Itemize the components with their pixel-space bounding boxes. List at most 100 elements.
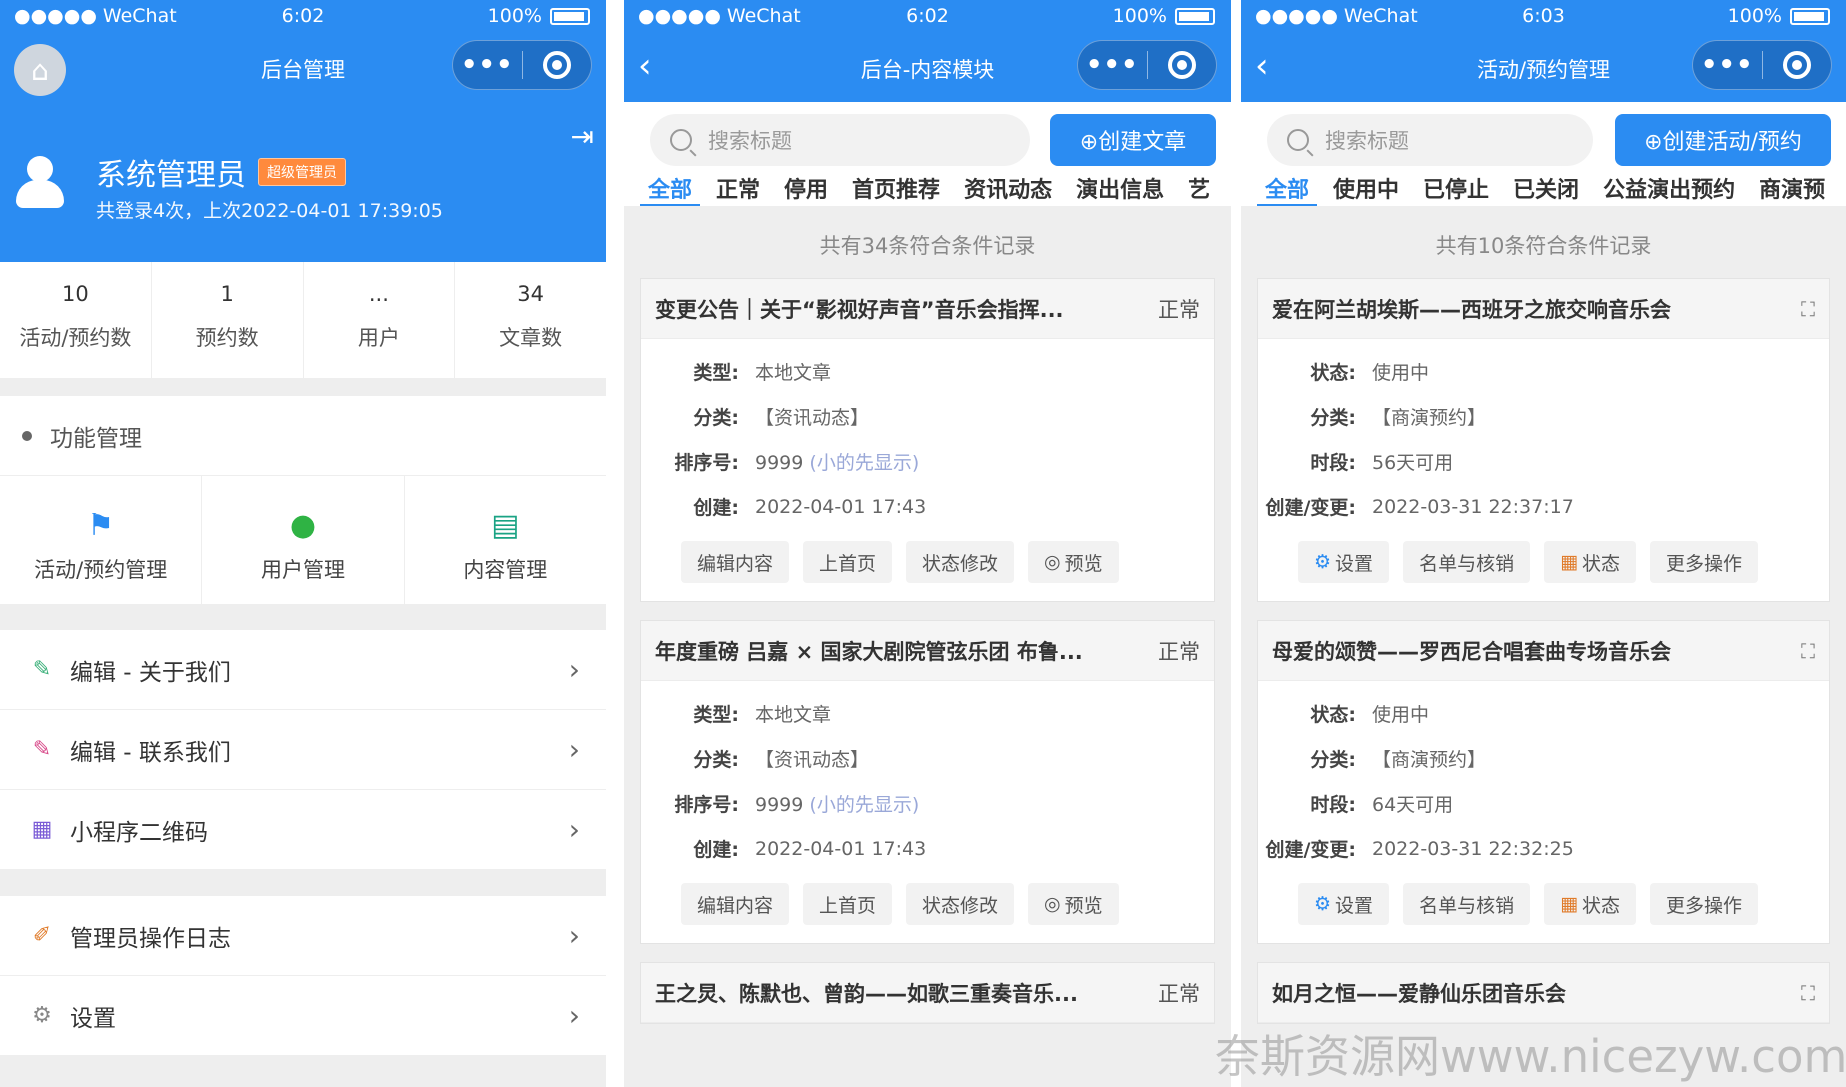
function-grid: ⚑ 活动/预约管理 ● 用户管理 ▤ 内容管理 (0, 476, 606, 604)
edit-content-button[interactable]: 编辑内容 (681, 541, 790, 583)
chevron-right-icon: › (568, 999, 580, 1032)
toolbar: 搜索标题 ⊕创建活动/预约 全部 使用中 已停止 已关闭 公益演出预约 商演预 (1241, 102, 1846, 206)
card-title[interactable]: 如月之恒——爱静仙乐团音乐会 (1272, 978, 1801, 1008)
gear-icon: ⚙ (1314, 893, 1332, 915)
close-button[interactable] (1763, 51, 1832, 79)
search-input[interactable]: 搜索标题 (650, 114, 1030, 166)
menu-edit-about[interactable]: ✎ 编辑 - 关于我们 › (0, 630, 606, 710)
mini-program-capsule: ••• (1692, 40, 1832, 90)
avatar (14, 154, 66, 210)
activity-card: 爱在阿兰胡埃斯——西班牙之旅交响音乐会 ⛶ 状态: 使用中 分类: 【商演预约】 时段… (1257, 278, 1830, 602)
eye-icon: ◎ (1044, 893, 1061, 915)
expand-icon[interactable]: ⛶ (1801, 297, 1815, 321)
create-article-button[interactable]: ⊕创建文章 (1050, 114, 1216, 166)
battery-percent: 100% (1727, 5, 1782, 27)
tab-all[interactable]: 全部 (1256, 172, 1318, 206)
status-button[interactable]: ▦ 状态 (1544, 883, 1637, 925)
profile-header: ⇥ 系统管理员 超级管理员 共登录4次，上次2022-04-01 17:39:0… (0, 102, 606, 262)
preview-button[interactable]: ◎ 预览 (1028, 883, 1119, 925)
logout-icon[interactable]: ⇥ (571, 120, 594, 153)
func-activity-management[interactable]: ⚑ 活动/预约管理 (0, 476, 203, 604)
list-verify-button[interactable]: 名单与核销 (1403, 883, 1531, 925)
status-button[interactable]: ▦ 状态 (1544, 541, 1637, 583)
change-status-button[interactable]: 状态修改 (906, 883, 1015, 925)
battery-percent: 100% (1112, 5, 1167, 27)
status-text: 正常 (1158, 297, 1200, 322)
record-count: 共有34条符合条件记录 (819, 234, 1036, 258)
set-home-button[interactable]: 上首页 (803, 541, 893, 583)
card-title[interactable]: 年度重磅 吕嘉 × 国家大剧院管弦乐团 布鲁... (655, 636, 1158, 666)
edit-content-button[interactable]: 编辑内容 (681, 883, 790, 925)
expand-icon[interactable]: ⛶ (1801, 981, 1815, 1005)
tab-art[interactable]: 艺 (1188, 172, 1210, 206)
toolbar: 搜索标题 ⊕创建文章 全部 正常 停用 首页推荐 资讯动态 演出信息 艺 (624, 102, 1231, 206)
close-button[interactable] (523, 51, 592, 79)
card-title[interactable]: 母爱的颂赞——罗西尼合唱套曲专场音乐会 (1272, 636, 1801, 666)
menu-edit-contact[interactable]: ✎ 编辑 - 联系我们 › (0, 710, 606, 790)
card-title[interactable]: 变更公告｜关于“影视好声音”音乐会指挥... (655, 294, 1158, 324)
func-content-management[interactable]: ▤ 内容管理 (405, 476, 606, 604)
gear-icon: ⚙ (32, 1003, 52, 1028)
tab-performance[interactable]: 演出信息 (1076, 172, 1164, 206)
watermark: 奈斯资源网www.nicezyw.com (1215, 1030, 1846, 1083)
status-bar: ●●●●● WeChat 6:02 100% (0, 0, 606, 34)
search-input[interactable]: 搜索标题 (1267, 114, 1593, 166)
more-actions-button[interactable]: 更多操作 (1650, 883, 1759, 925)
more-button[interactable]: ••• (453, 50, 522, 80)
tab-home-recommend[interactable]: 首页推荐 (852, 172, 940, 206)
filter-tabs: 全部 使用中 已停止 已关闭 公益演出预约 商演预 (1241, 172, 1846, 206)
tab-closed[interactable]: 已关闭 (1513, 172, 1579, 206)
stat-reservations[interactable]: 1 预约数 (152, 262, 304, 378)
tab-stopped[interactable]: 已停止 (1423, 172, 1489, 206)
battery-icon (1175, 7, 1215, 25)
create-activity-button[interactable]: ⊕创建活动/预约 (1615, 114, 1831, 166)
nav-bar: ⌂ 后台管理 ••• (0, 34, 606, 102)
tab-in-use[interactable]: 使用中 (1333, 172, 1399, 206)
more-button[interactable]: ••• (1693, 50, 1762, 80)
menu-qrcode[interactable]: ▦ 小程序二维码 › (0, 790, 606, 870)
menu-settings[interactable]: ⚙ 设置 › (0, 976, 606, 1056)
close-button[interactable] (1148, 51, 1217, 79)
more-actions-button[interactable]: 更多操作 (1650, 541, 1759, 583)
search-icon (1287, 129, 1309, 151)
nav-bar: ‹ 活动/预约管理 ••• (1241, 34, 1846, 102)
expand-icon[interactable]: ⛶ (1801, 639, 1815, 663)
func-user-management[interactable]: ● 用户管理 (202, 476, 405, 604)
news-icon: ▤ (491, 508, 520, 543)
list-verify-button[interactable]: 名单与核销 (1403, 541, 1531, 583)
status-text: 正常 (1158, 639, 1200, 664)
menu-admin-log[interactable]: ✐ 管理员操作日志 › (0, 896, 606, 976)
tab-news[interactable]: 资讯动态 (964, 172, 1052, 206)
stats-row: 10 活动/预约数 1 预约数 ... 用户 34 文章数 (0, 262, 606, 378)
eye-icon: ◎ (1044, 551, 1061, 573)
flag-icon: ⚑ (87, 508, 115, 543)
menu-group-1: ✎ 编辑 - 关于我们 › ✎ 编辑 - 联系我们 › ▦ 小程序二维码 › (0, 630, 606, 870)
change-status-button[interactable]: 状态修改 (906, 541, 1015, 583)
status-bar: ●●●●● WeChat 6:03 100% (1241, 0, 1846, 34)
tab-commercial-reservation[interactable]: 商演预 (1759, 172, 1825, 206)
user-name: 系统管理员 (96, 158, 246, 193)
stat-activities[interactable]: 10 活动/预约数 (0, 262, 152, 378)
preview-button[interactable]: ◎ 预览 (1028, 541, 1119, 583)
card-title[interactable]: 王之炅、陈默也、曾韵——如歌三重奏音乐... (655, 978, 1158, 1008)
battery-percent: 100% (487, 5, 542, 27)
stat-users[interactable]: ... 用户 (304, 262, 456, 378)
tab-all[interactable]: 全部 (639, 172, 701, 206)
tab-normal[interactable]: 正常 (716, 172, 760, 206)
article-card: 年度重磅 吕嘉 × 国家大剧院管弦乐团 布鲁... 正常 类型: 本地文章 分类: 【… (640, 620, 1215, 944)
card-title[interactable]: 爱在阿兰胡埃斯——西班牙之旅交响音乐会 (1272, 294, 1801, 324)
tab-disabled[interactable]: 停用 (784, 172, 828, 206)
settings-button[interactable]: ⚙ 设置 (1298, 541, 1390, 583)
tab-charity-reservation[interactable]: 公益演出预约 (1603, 172, 1735, 206)
record-count: 共有10条符合条件记录 (1435, 234, 1652, 258)
user-icon: ● (289, 508, 317, 543)
article-card: 变更公告｜关于“影视好声音”音乐会指挥... 正常 类型: 本地文章 分类: 【资讯动… (640, 278, 1215, 602)
edit-icon: ✎ (32, 657, 52, 682)
stat-articles[interactable]: 34 文章数 (455, 262, 606, 378)
more-button[interactable]: ••• (1078, 50, 1147, 80)
settings-button[interactable]: ⚙ 设置 (1298, 883, 1390, 925)
chevron-right-icon: › (568, 733, 580, 766)
gear-icon: ⚙ (1314, 551, 1332, 573)
set-home-button[interactable]: 上首页 (803, 883, 893, 925)
close-circle-icon (1167, 51, 1196, 79)
